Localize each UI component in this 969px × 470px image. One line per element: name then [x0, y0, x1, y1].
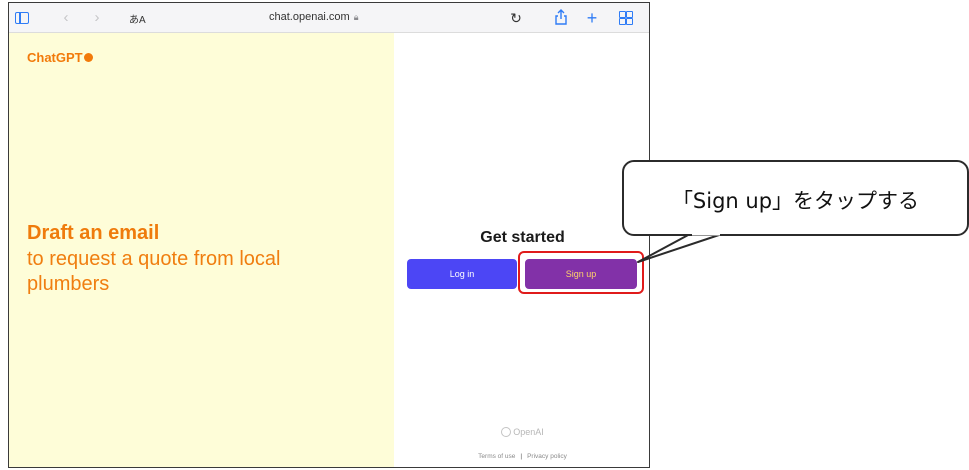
forward-icon[interactable]: ›: [88, 9, 106, 27]
address-bar[interactable]: chat.openai.com 🔒︎: [269, 11, 359, 23]
footer-links: Terms of use | Privacy policy: [394, 453, 649, 460]
hero-title: Draft an email: [27, 222, 160, 244]
new-tab-icon[interactable]: +: [583, 9, 601, 27]
login-button[interactable]: Log in: [407, 259, 517, 289]
url-text: chat.openai.com: [269, 11, 350, 23]
browser-window: ‹ › あA chat.openai.com 🔒︎ ↻ + ChatGPT Dra…: [8, 2, 650, 468]
openai-icon: [501, 427, 512, 437]
text-size-button[interactable]: あA: [129, 11, 146, 26]
chatgpt-logo: ChatGPT: [27, 50, 93, 65]
browser-toolbar: ‹ › あA chat.openai.com 🔒︎ ↻ +: [9, 3, 649, 33]
sidebar-icon[interactable]: [13, 9, 31, 27]
lock-icon: 🔒︎: [353, 12, 359, 22]
callout-text: 「Sign up」をタップする: [671, 189, 920, 213]
signup-highlight-box: [518, 251, 644, 294]
openai-logo: OpenAI: [394, 427, 649, 437]
brand-name: ChatGPT: [27, 50, 83, 65]
back-icon[interactable]: ‹: [57, 9, 75, 27]
hero-subtitle: to request a quote from local plumbers: [27, 248, 281, 295]
instruction-callout: 「Sign up」をタップする: [622, 160, 969, 236]
brand-dot-icon: [83, 53, 93, 62]
terms-link[interactable]: Terms of use: [478, 453, 515, 460]
tabs-icon[interactable]: [617, 9, 635, 27]
hero-panel: ChatGPT Draft an email to request a quot…: [9, 33, 394, 467]
get-started-heading: Get started: [480, 229, 565, 246]
privacy-link[interactable]: Privacy policy: [527, 453, 567, 460]
openai-label: OpenAI: [513, 427, 544, 437]
footer-separator: |: [520, 453, 523, 460]
share-icon[interactable]: [552, 9, 570, 27]
reload-icon[interactable]: ↻: [507, 9, 525, 27]
